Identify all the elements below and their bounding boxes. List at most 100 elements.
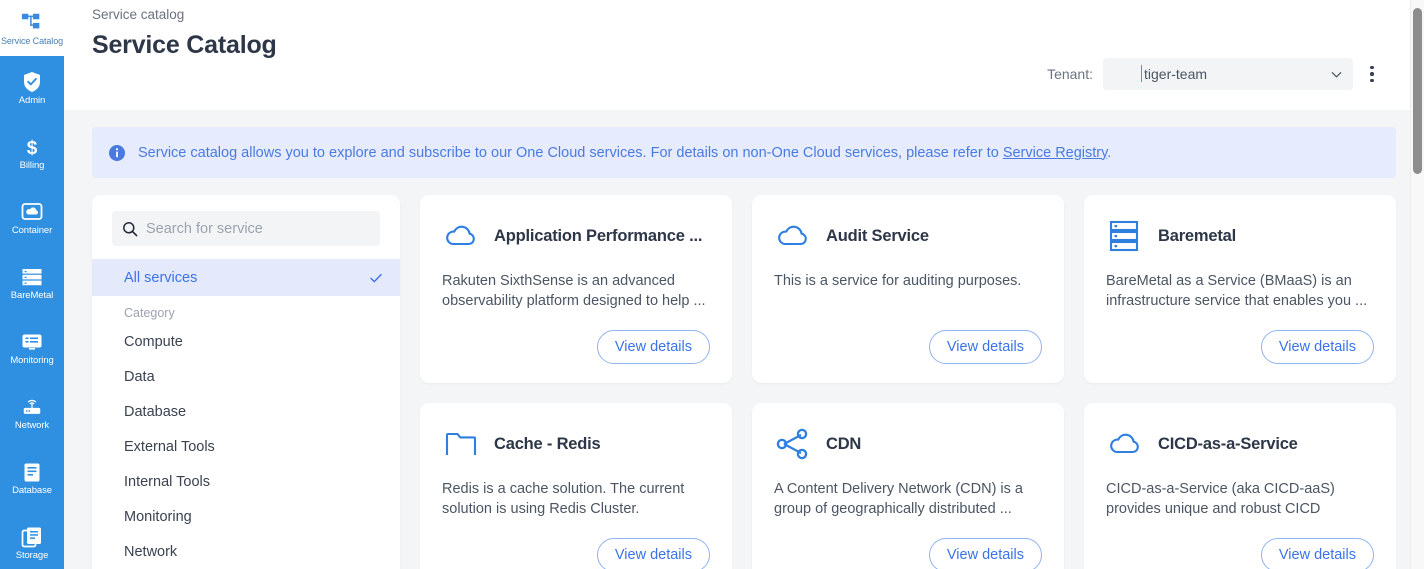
filter-category-external-tools[interactable]: External Tools [92, 430, 400, 465]
filter-category-monitoring[interactable]: Monitoring [92, 500, 400, 535]
card-footer: View details [774, 330, 1042, 383]
sidebar-item-service-catalog[interactable]: Service Catalog [0, 0, 64, 56]
shield-check-icon [21, 71, 43, 93]
tenant-label: Tenant: [1047, 66, 1093, 82]
breadcrumb: Service catalog [92, 7, 185, 22]
search-input[interactable] [146, 220, 370, 237]
check-icon [370, 273, 382, 282]
card-header: Cache - Redis [442, 425, 710, 463]
sidebar-item-label: Storage [15, 550, 49, 561]
server-rack-icon [1106, 217, 1144, 255]
card-title: CICD-as-a-Service [1158, 434, 1298, 453]
filter-category-database[interactable]: Database [92, 395, 400, 430]
cloud-outline-icon [774, 217, 812, 255]
service-catalog-page: Service Catalog Admin $ Billing Containe… [0, 0, 1424, 569]
info-icon [109, 144, 125, 161]
search-icon [123, 221, 138, 236]
card-header: CDN [774, 425, 1042, 463]
catalog-body: All services Category Compute Data Datab… [64, 178, 1424, 569]
cloud-outline-icon [442, 217, 480, 255]
filter-category-data[interactable]: Data [92, 360, 400, 395]
card-header: CICD-as-a-Service [1106, 425, 1374, 463]
card-description: BareMetal as a Service (BMaaS) is an inf… [1106, 273, 1368, 309]
card-title: Baremetal [1158, 226, 1236, 245]
primary-sidebar: Service Catalog Admin $ Billing Containe… [0, 0, 64, 569]
share-nodes-icon [774, 425, 812, 463]
document-icon [21, 461, 43, 483]
scrollbar-thumb[interactable] [1413, 8, 1422, 174]
sidebar-item-label: Container [11, 225, 53, 236]
card-title: Cache - Redis [494, 434, 601, 453]
card-title: Application Performance ... [494, 226, 703, 245]
card-description: Redis is a cache solution. The current s… [442, 481, 685, 517]
info-banner-text: Service catalog allows you to explore an… [138, 143, 1111, 163]
card-footer: View details [1106, 538, 1374, 569]
sidebar-item-monitoring[interactable]: Monitoring [0, 316, 64, 381]
card-header: Baremetal [1106, 217, 1374, 255]
card-description: A Content Delivery Network (CDN) is a gr… [774, 481, 1023, 517]
sidebar-item-label: Database [12, 485, 52, 496]
page-title: Service Catalog [92, 31, 277, 59]
service-card[interactable]: Cache - Redis Redis is a cache solution.… [420, 403, 732, 569]
filter-category-internal-tools[interactable]: Internal Tools [92, 465, 400, 500]
stacked-pages-icon [21, 526, 43, 548]
monitor-icon [21, 331, 43, 353]
router-icon [21, 396, 43, 418]
sidebar-item-label: Monitoring [10, 355, 54, 366]
banner-text-after: . [1107, 144, 1112, 161]
category-header: Category [124, 306, 175, 320]
filter-category-network[interactable]: Network [92, 535, 400, 569]
server-rack-icon [21, 266, 43, 288]
service-card[interactable]: Audit Service This is a service for audi… [752, 195, 1064, 383]
service-card[interactable]: Application Performance ... Rakuten Sixt… [420, 195, 732, 383]
service-card-grid: Application Performance ... Rakuten Sixt… [420, 195, 1396, 569]
card-footer: View details [774, 538, 1042, 569]
service-card[interactable]: CDN A Content Delivery Network (CDN) is … [752, 403, 1064, 569]
sidebar-item-database[interactable]: Database [0, 446, 64, 511]
sidebar-item-container[interactable]: Container [0, 186, 64, 251]
card-footer: View details [1106, 330, 1374, 383]
sidebar-item-network[interactable]: Network [0, 381, 64, 446]
folder-outline-icon [442, 425, 480, 463]
main-content: Service catalog Service Catalog Tenant: … [64, 0, 1424, 569]
view-details-button[interactable]: View details [1260, 538, 1374, 569]
container-cloud-icon [21, 201, 43, 223]
view-details-button[interactable]: View details [928, 538, 1042, 569]
tenant-value: tiger-team [1144, 66, 1208, 82]
page-header: Service catalog Service Catalog Tenant: … [64, 0, 1424, 110]
filter-category-compute[interactable]: Compute [92, 325, 400, 360]
card-title: Audit Service [826, 226, 929, 245]
sidebar-item-storage[interactable]: Storage [0, 511, 64, 569]
filter-all-services[interactable]: All services [92, 259, 400, 296]
filter-panel: All services Category Compute Data Datab… [92, 195, 400, 569]
chevron-down-icon [1331, 71, 1342, 77]
svg-text:$: $ [27, 138, 38, 158]
sidebar-item-admin[interactable]: Admin [0, 56, 64, 121]
card-description: This is a service for auditing purposes. [774, 273, 1022, 289]
cloud-outline-icon [1106, 425, 1144, 463]
card-header: Application Performance ... [442, 217, 710, 255]
service-card[interactable]: Baremetal BareMetal as a Service (BMaaS)… [1084, 195, 1396, 383]
view-details-button[interactable]: View details [596, 330, 710, 364]
card-footer: View details [442, 538, 710, 569]
vertical-scrollbar[interactable] [1410, 0, 1424, 569]
tenant-selector-group: Tenant: tiger-team [1047, 58, 1381, 90]
sidebar-item-label: Admin [18, 95, 46, 106]
service-card[interactable]: CICD-as-a-Service CICD-as-a-Service (aka… [1084, 403, 1396, 569]
view-details-button[interactable]: View details [596, 538, 710, 569]
search-box[interactable] [112, 211, 380, 246]
sidebar-item-billing[interactable]: $ Billing [0, 121, 64, 186]
sidebar-item-baremetal[interactable]: BareMetal [0, 251, 64, 316]
card-title: CDN [826, 434, 862, 453]
banner-text-before: Service catalog allows you to explore an… [138, 144, 1003, 161]
tenant-dropdown[interactable]: tiger-team [1103, 58, 1353, 90]
sidebar-item-label: Network [14, 420, 50, 431]
sidebar-item-label: BareMetal [10, 290, 54, 301]
more-options-icon[interactable] [1363, 62, 1381, 86]
sidebar-item-label: Billing [19, 160, 45, 171]
card-header: Audit Service [774, 217, 1042, 255]
card-description: CICD-as-a-Service (aka CICD-aaS) provide… [1106, 481, 1335, 517]
service-registry-link[interactable]: Service Registry [1003, 145, 1107, 161]
view-details-button[interactable]: View details [1260, 330, 1374, 364]
view-details-button[interactable]: View details [928, 330, 1042, 364]
